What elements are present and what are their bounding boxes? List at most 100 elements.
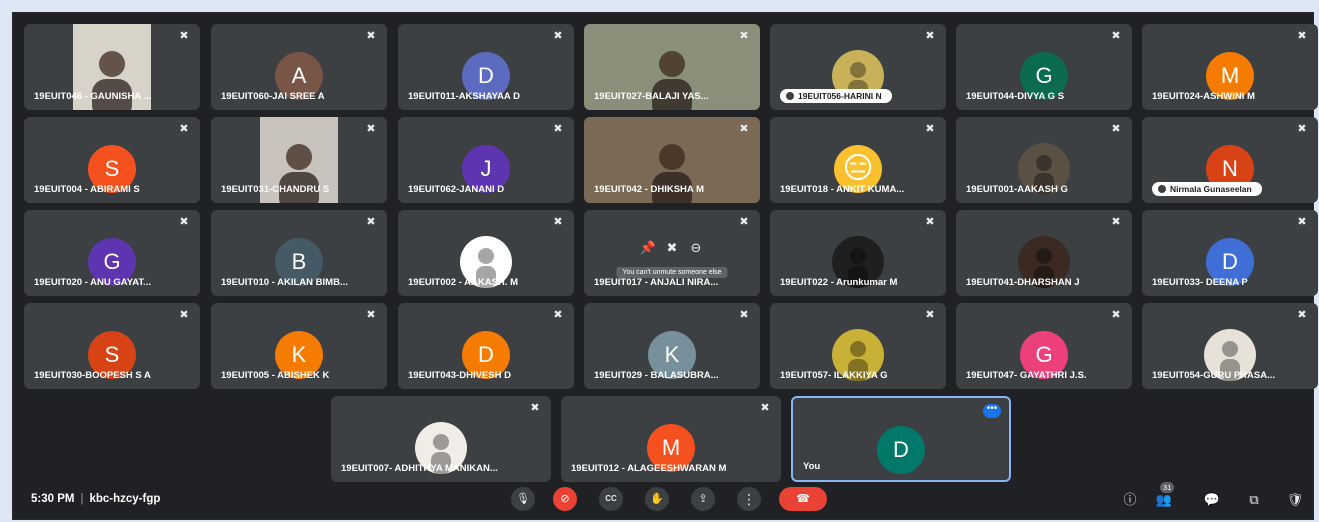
participant-name: 19EUIT033- DEENA P <box>1152 277 1248 288</box>
present-screen-icon[interactable]: ⇪ <box>691 487 715 511</box>
tile-hover-controls: 📌 ✖ ⊖ <box>584 240 760 256</box>
participant-tile[interactable]: ✖ 19EUIT031-CHANDRU S <box>211 117 387 203</box>
participant-tile[interactable]: S ✖ 19EUIT004 - ABIRAMI S <box>24 117 200 203</box>
muted-mic-icon: ✖ <box>553 216 563 228</box>
captions-icon[interactable]: CC <box>599 487 623 511</box>
participant-tile[interactable]: D ✖ 19EUIT043-DHIVESH D <box>398 303 574 389</box>
end-call-button[interactable]: ☎ <box>779 487 827 511</box>
participant-name: 19EUIT017 - ANJALI NIRA... <box>594 277 719 288</box>
people-glyph: 👥 <box>1155 492 1173 507</box>
participant-tile[interactable]: G ✖ 19EUIT047- GAYATHRI J.S. <box>956 303 1132 389</box>
participant-name: 19EUIT030-BOOPESH S A <box>34 370 151 381</box>
muted-mic-icon: ✖ <box>179 30 189 42</box>
participant-tile[interactable]: ✖ 19EUIT057- ILAKKIYA G <box>770 303 946 389</box>
participant-tile[interactable]: G ✖ 19EUIT044-DIVYA G S <box>956 24 1132 110</box>
participant-name: 19EUIT031-CHANDRU S <box>221 184 330 195</box>
participant-tile[interactable]: 📌 ✖ ⊖ You can't unmute someone else ✖ 19EUIT0… <box>584 210 760 296</box>
participant-name: 19EUIT024-ASHWINI M <box>1152 91 1255 102</box>
participant-tile[interactable]: K ✖ 19EUIT005 - ABISHEK K <box>211 303 387 389</box>
participant-tile[interactable]: ✖ 19EUIT042 - DHIKSHA M <box>584 117 760 203</box>
current-time: 5:30 PM <box>31 493 75 505</box>
muted-mic-icon: ✖ <box>739 216 749 228</box>
participant-tile[interactable]: ✖ 19EUIT056-HARINI N <box>770 24 946 110</box>
participant-tile[interactable]: D ✖ 19EUIT033- DEENA P <box>1142 210 1318 296</box>
meeting-code: kbc-hzcy-fgp <box>89 493 161 505</box>
meeting-details: 5:30 PM | kbc-hzcy-fgp <box>31 493 160 505</box>
people-icon[interactable]: 👥 31 <box>1154 482 1175 510</box>
muted-mic-icon: ✖ <box>179 123 189 135</box>
participant-tile[interactable]: ✖ 19EUIT007- ADHITHYA MANIKAN... <box>331 396 551 482</box>
participant-tile[interactable]: D ••• You <box>791 396 1011 482</box>
muted-mic-icon: ✖ <box>739 123 749 135</box>
muted-mic-icon: ✖ <box>760 402 770 414</box>
participant-name: 19EUIT007- ADHITHYA MANIKAN... <box>341 463 498 474</box>
separator: | <box>80 493 84 505</box>
muted-mic-icon: ✖ <box>366 123 376 135</box>
participant-tile[interactable]: J ✖ 19EUIT062-JANANI D <box>398 117 574 203</box>
participant-tile[interactable]: ✖ 19EUIT027-BALAJI YAS... <box>584 24 760 110</box>
participant-name: 19EUIT005 - ABISHEK K <box>221 370 330 381</box>
participant-tile[interactable]: D ✖ 19EUIT011-AKSHAYAA D <box>398 24 574 110</box>
participant-tile[interactable]: ✖ 19EUIT022 - Arunkumar M <box>770 210 946 296</box>
participant-name: 19EUIT041-DHARSHAN J <box>966 277 1080 288</box>
more-options-icon[interactable]: ⋮ <box>737 487 761 511</box>
participant-name: 19EUIT022 - Arunkumar M <box>780 277 898 288</box>
participant-name: 19EUIT001-AAKASH G <box>966 184 1068 195</box>
muted-mic-icon: ✖ <box>1111 309 1121 321</box>
muted-mic-icon: ✖ <box>553 30 563 42</box>
participant-tile[interactable]: ✖ 19EUIT041-DHARSHAN J <box>956 210 1132 296</box>
microphone-icon[interactable]: 🎙 <box>511 487 535 511</box>
bottom-control-bar: 5:30 PM | kbc-hzcy-fgp 🎙 ⊘ CC ✋ ⇪ ⋮ ☎ ⓘ 👥 … <box>13 481 1313 519</box>
muted-mic-icon: ✖ <box>366 216 376 228</box>
muted-mic-icon: ✖ <box>366 30 376 42</box>
muted-mic-icon: ✖ <box>1111 123 1121 135</box>
muted-mic-icon: ✖ <box>553 309 563 321</box>
participant-name: 19EUIT004 - ABIRAMI S <box>34 184 140 195</box>
muted-mic-icon: ✖ <box>1297 30 1307 42</box>
participant-name: 19EUIT047- GAYATHRI J.S. <box>966 370 1087 381</box>
participant-tile[interactable]: M ✖ 19EUIT012 - ALAGEESHWARAN M <box>561 396 781 482</box>
participant-tile[interactable]: ✖ 19EUIT002 - AAKASH. M <box>398 210 574 296</box>
camera-off-icon[interactable]: ⊘ <box>553 487 577 511</box>
participant-name: 19EUIT062-JANANI D <box>408 184 505 195</box>
meeting-info-icon[interactable]: ⓘ <box>1120 490 1140 510</box>
raise-hand-icon[interactable]: ✋ <box>645 487 669 511</box>
participant-name: 19EUIT060-JAI SREE A <box>221 91 325 102</box>
participant-name: 19EUIT020 - ANU GAYAT... <box>34 277 152 288</box>
chat-icon[interactable]: 💬 <box>1202 490 1222 510</box>
participant-tile[interactable]: M ✖ 19EUIT024-ASHWINI M <box>1142 24 1318 110</box>
participant-tile[interactable]: K ✖ 19EUIT029 - BALASUBRA... <box>584 303 760 389</box>
muted-mic-icon: ✖ <box>179 309 189 321</box>
muted-mic-icon: ✖ <box>925 30 935 42</box>
participant-name: Nirmala Gunaseelan <box>1152 182 1262 196</box>
muted-mic-icon: ✖ <box>1111 216 1121 228</box>
participant-tile[interactable]: N ✖ Nirmala Gunaseelan <box>1142 117 1318 203</box>
pin-icon[interactable]: 📌 <box>636 240 660 256</box>
participant-name: 19EUIT044-DIVYA G S <box>966 91 1065 102</box>
participant-name: 19EUIT043-DHIVESH D <box>408 370 511 381</box>
muted-mic-icon: ✖ <box>1297 309 1307 321</box>
participant-tile[interactable]: 😑 ✖ 19EUIT018 - ANKIT KUMA... <box>770 117 946 203</box>
participant-tile[interactable]: ✖ 19EUIT001-AAKASH G <box>956 117 1132 203</box>
participant-name: 19EUIT046 - GAUNISHA ... <box>34 91 152 102</box>
muted-mic-icon: ✖ <box>366 309 376 321</box>
mute-icon[interactable]: ✖ <box>660 240 684 256</box>
participant-name: You <box>803 461 821 472</box>
remove-icon[interactable]: ⊖ <box>684 240 708 256</box>
participant-tile[interactable]: S ✖ 19EUIT030-BOOPESH S A <box>24 303 200 389</box>
participant-tile[interactable]: B ✖ 19EUIT010 - AKILAN BIMB... <box>211 210 387 296</box>
participant-tile[interactable]: ✖ 19EUIT046 - GAUNISHA ... <box>24 24 200 110</box>
participant-tile[interactable]: A ✖ 19EUIT060-JAI SREE A <box>211 24 387 110</box>
participant-name: 19EUIT056-HARINI N <box>780 89 892 103</box>
muted-mic-icon: ✖ <box>925 123 935 135</box>
participant-tile[interactable]: G ✖ 19EUIT020 - ANU GAYAT... <box>24 210 200 296</box>
participant-name: 19EUIT002 - AAKASH. M <box>408 277 518 288</box>
muted-mic-icon: ✖ <box>553 123 563 135</box>
tile-options-icon[interactable]: ••• <box>983 404 1001 418</box>
participant-name: 19EUIT018 - ANKIT KUMA... <box>780 184 905 195</box>
muted-mic-icon: ✖ <box>739 309 749 321</box>
activities-icon[interactable]: ⧉ <box>1244 490 1264 510</box>
participant-tile[interactable]: ✖ 19EUIT054-GURU PRASA... <box>1142 303 1318 389</box>
host-controls-icon[interactable]: 🛡 <box>1285 490 1305 510</box>
muted-mic-icon: ✖ <box>1111 30 1121 42</box>
